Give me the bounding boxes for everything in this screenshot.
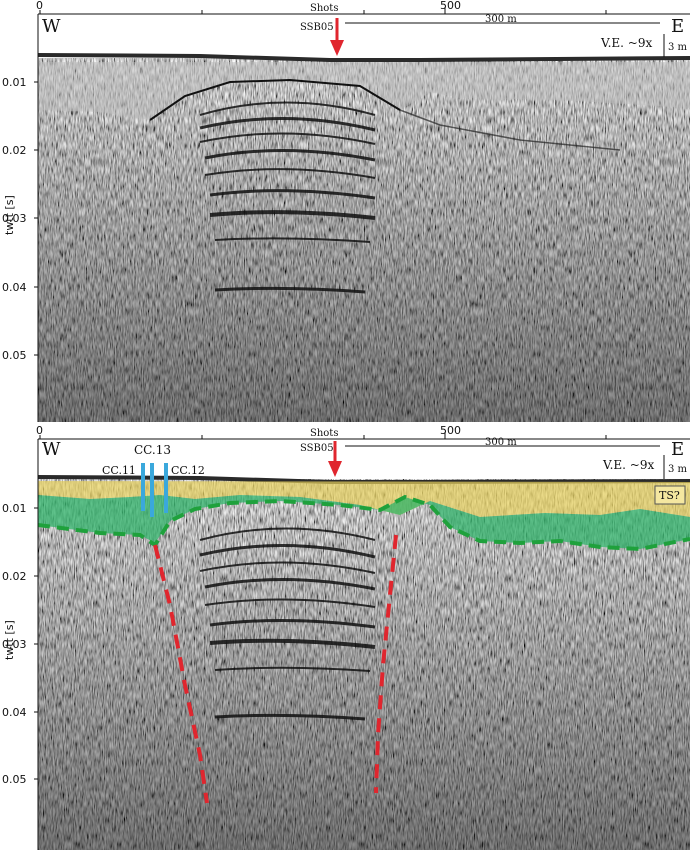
unit-label: TS? (659, 489, 680, 502)
y-tick-005: 0.05 (2, 349, 27, 362)
y-tick-001: 0.01 (2, 76, 27, 89)
east-label-bottom: E (671, 439, 684, 460)
y-tick-002-bottom: 0.02 (2, 570, 27, 583)
x-axis-top (38, 8, 690, 15)
y-tick-005-bottom: 0.05 (2, 773, 27, 786)
core-label-cc13: CC.13 (134, 443, 171, 457)
vertical-scale-label-bottom: 3 m (668, 464, 688, 475)
y-tick-002: 0.02 (2, 144, 27, 157)
seismic-image-top (37, 14, 690, 422)
x-tick-500: 500 (440, 0, 461, 12)
x-axis-name: Shots (310, 3, 338, 14)
panel-bottom-svg: CC.11 CC.13 CC.12 0 500 Shots 0.01 0.02 … (2, 425, 690, 850)
ve-label: V.E. ~9x (600, 36, 652, 50)
seismic-panel-bottom: CC.11 CC.13 CC.12 0 500 Shots 0.01 0.02 … (0, 425, 690, 850)
scale-label: 300 m (485, 14, 517, 25)
y-axis-top (34, 14, 39, 422)
x-tick-0-bottom: 0 (36, 425, 43, 437)
y-axis-label: twtt [s] (3, 195, 16, 235)
panel-top-svg: 0 500 Shots 0.01 0.02 0.03 0.04 0.05 twt… (2, 0, 690, 422)
core-label-cc12: CC.12 (171, 464, 205, 477)
scale-label-bottom: 300 m (485, 437, 517, 448)
profile-marker-label-bottom: SSB05 (300, 443, 334, 454)
y-tick-001-bottom: 0.01 (2, 502, 27, 515)
x-tick-0: 0 (36, 0, 43, 12)
y-tick-004-bottom: 0.04 (2, 706, 27, 719)
x-axis-name-bottom: Shots (310, 428, 338, 439)
profile-marker-label: SSB05 (300, 22, 334, 33)
west-label: W (42, 16, 61, 37)
x-axis-bottom (38, 433, 690, 440)
vertical-scale-label: 3 m (668, 42, 688, 53)
y-axis-label-bottom: twtt [s] (3, 620, 16, 660)
seismic-panel-top: 0 500 Shots 0.01 0.02 0.03 0.04 0.05 twt… (0, 0, 690, 425)
ve-label-bottom: V.E. ~9x (602, 458, 654, 472)
west-label-bottom: W (42, 439, 61, 460)
y-tick-004: 0.04 (2, 281, 27, 294)
x-tick-500-bottom: 500 (440, 425, 461, 437)
east-label: E (671, 16, 684, 37)
y-axis-bottom (34, 439, 39, 850)
core-label-cc11: CC.11 (102, 464, 136, 477)
